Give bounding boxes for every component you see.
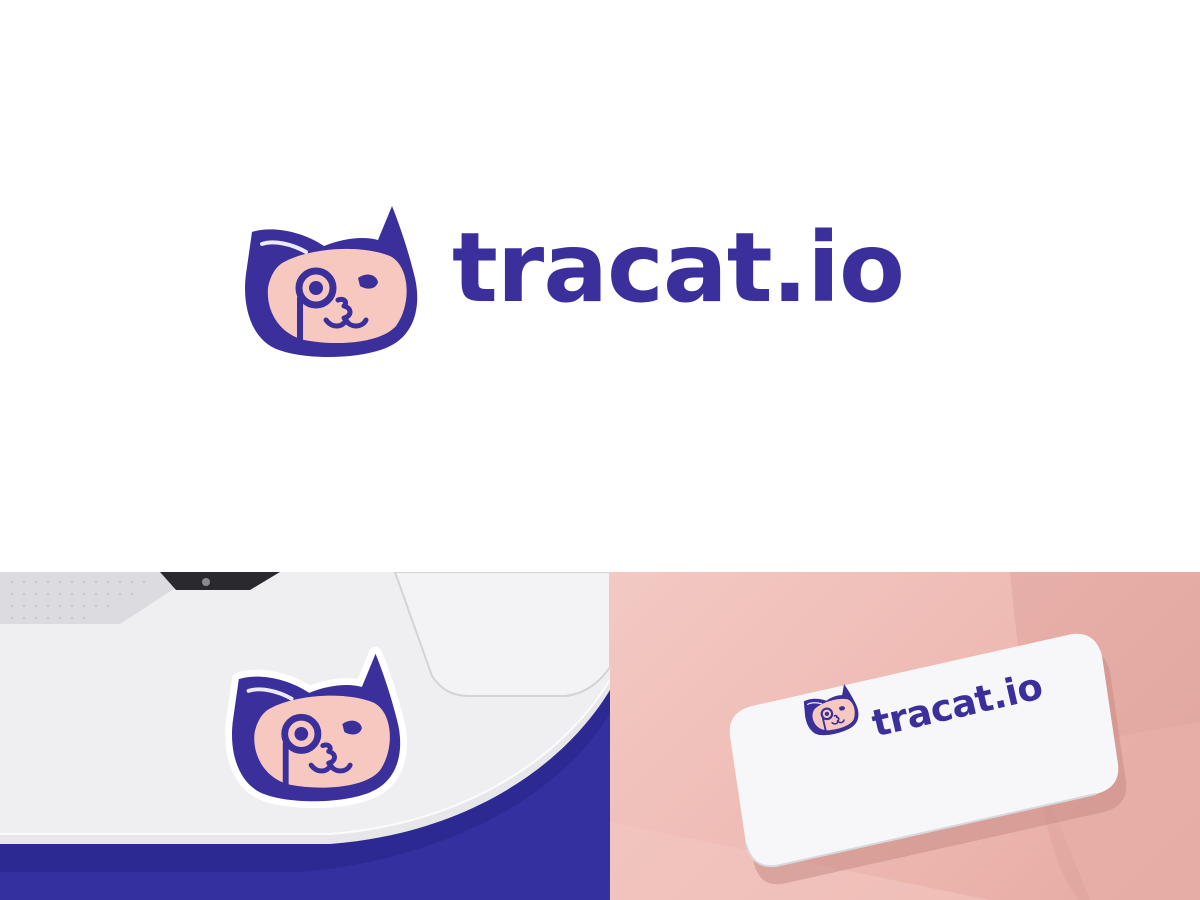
- sticker: [218, 644, 412, 812]
- card-wordmark: tracat.io: [867, 664, 1047, 746]
- hero-logo: tracat.io: [240, 204, 970, 374]
- laptop-sticker-mockup: [0, 572, 610, 900]
- business-card-mockup: tracat.io: [610, 572, 1200, 900]
- cat-monocle-icon: [225, 646, 407, 809]
- hero-wordmark: tracat.io: [452, 212, 905, 324]
- cat-monocle-icon: [240, 204, 420, 360]
